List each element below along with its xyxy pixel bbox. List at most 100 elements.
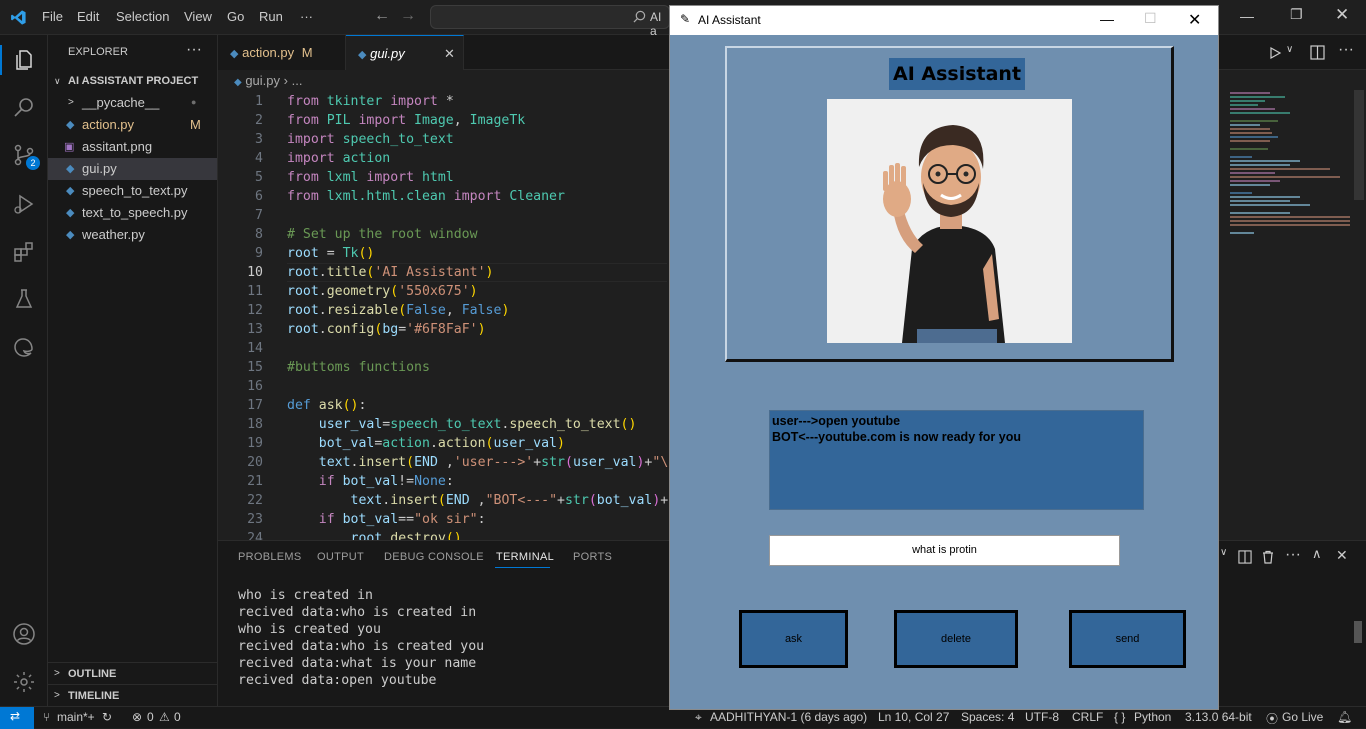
tab-terminal[interactable]: TERMINAL xyxy=(496,551,554,563)
error-count[interactable]: 0 xyxy=(147,710,154,724)
message-entry[interactable]: what is protin xyxy=(769,535,1120,566)
code-token: user_val xyxy=(318,417,383,432)
explorer-more-icon[interactable]: ··· xyxy=(186,41,202,59)
testing-flask-icon[interactable] xyxy=(12,287,36,311)
encoding[interactable]: UTF-8 xyxy=(1025,710,1059,724)
tk-title-bar: ✎ AI Assistant — ☐ ✕ xyxy=(670,6,1218,35)
remote-button[interactable]: ⇄ xyxy=(0,707,34,729)
code-token: ( xyxy=(390,284,399,299)
split-editor-icon[interactable] xyxy=(1310,45,1325,60)
chevron-down-icon[interactable]: ∨ xyxy=(1220,547,1227,558)
project-folder[interactable]: ∨ AI ASSISTANT PROJECT xyxy=(48,70,217,92)
ask-button[interactable]: ask xyxy=(739,610,848,668)
tab-debug-console[interactable]: DEBUG CONSOLE xyxy=(384,551,484,563)
panel-more-icon[interactable]: ··· xyxy=(1285,546,1301,564)
close-panel-icon[interactable]: ✕ xyxy=(1336,547,1348,564)
outline-section[interactable]: > OUTLINE xyxy=(48,662,217,684)
line-number: 21 xyxy=(247,474,263,489)
timeline-section[interactable]: > TIMELINE xyxy=(48,684,217,706)
line-number: 19 xyxy=(247,436,263,451)
minimap[interactable] xyxy=(1230,90,1354,300)
line-number: 7 xyxy=(255,208,263,223)
code-token: def xyxy=(287,398,319,413)
nav-forward-icon[interactable]: → xyxy=(400,7,416,25)
maximize-icon[interactable]: ☐ xyxy=(1144,10,1157,27)
tab-output[interactable]: OUTPUT xyxy=(317,551,364,563)
run-debug-icon[interactable] xyxy=(12,192,36,216)
cursor-position[interactable]: Ln 10, Col 27 xyxy=(878,710,949,724)
tree-item-assitant-png[interactable]: ▣ assitant.png xyxy=(48,136,217,158)
send-button[interactable]: send xyxy=(1069,610,1186,668)
tree-item-speech-to-text-py[interactable]: ◆ speech_to_text.py xyxy=(48,180,217,202)
feather-icon: ✎ xyxy=(680,12,691,26)
line-number: 1 xyxy=(255,94,263,109)
settings-gear-icon[interactable] xyxy=(12,670,36,694)
menu-go[interactable]: Go xyxy=(227,9,244,24)
command-center-search[interactable]: AI a xyxy=(430,5,670,38)
code-token: ( xyxy=(398,303,407,318)
restore-icon[interactable]: ❐ xyxy=(1290,6,1303,23)
terminal-scrollbar[interactable] xyxy=(1354,621,1362,643)
python-interpreter[interactable]: 3.13.0 64-bit xyxy=(1185,710,1252,724)
language-mode[interactable]: Python xyxy=(1134,710,1171,724)
close-icon[interactable]: ✕ xyxy=(1335,5,1349,25)
tree-item-gui-py[interactable]: ◆ gui.py xyxy=(48,158,217,180)
image-file-icon: ▣ xyxy=(64,141,75,153)
menu-file[interactable]: File xyxy=(42,9,63,24)
menu-view[interactable]: View xyxy=(184,9,212,24)
app-heading: AI Assistant xyxy=(889,58,1026,90)
tree-item-action-py[interactable]: ◆ action.py M xyxy=(48,114,217,136)
search-view-icon[interactable] xyxy=(12,95,36,119)
tab-action-py[interactable]: ◆ action.py M xyxy=(218,35,346,70)
warning-count[interactable]: 0 xyxy=(174,710,181,724)
close-icon[interactable]: ✕ xyxy=(1188,10,1201,30)
line-ending[interactable]: CRLF xyxy=(1072,710,1103,724)
close-tab-icon[interactable]: ✕ xyxy=(444,36,455,71)
breadcrumb-file[interactable]: gui.py xyxy=(245,73,280,88)
run-file-icon[interactable] xyxy=(1268,46,1282,60)
tab-gui-py[interactable]: ◆ gui.py ✕ xyxy=(346,35,464,70)
trash-icon[interactable] xyxy=(1261,550,1275,564)
extensions-icon[interactable] xyxy=(12,240,36,264)
indentation[interactable]: Spaces: 4 xyxy=(961,710,1014,724)
account-icon[interactable] xyxy=(12,622,36,646)
last-commit[interactable]: AADHITHYAN-1 (6 days ago) xyxy=(710,710,867,724)
maximize-panel-icon[interactable]: ∧ xyxy=(1312,546,1322,562)
breadcrumb-symbol[interactable]: ... xyxy=(292,73,303,88)
minimize-icon[interactable]: — xyxy=(1240,8,1254,24)
chat-textarea[interactable]: user--->open youtube BOT<---youtube.com … xyxy=(769,410,1144,510)
commit-icon: ⌖ xyxy=(695,710,702,724)
split-terminal-icon[interactable] xyxy=(1238,550,1252,564)
editor-more-icon[interactable]: ··· xyxy=(1338,41,1354,59)
code-token: = xyxy=(326,246,343,261)
tree-item-pycache[interactable]: > __pycache__ ● xyxy=(48,92,217,114)
explorer-icon[interactable] xyxy=(12,48,36,72)
menu-edit[interactable]: Edit xyxy=(77,9,99,24)
nav-back-icon[interactable]: ← xyxy=(374,7,390,25)
minimize-icon[interactable]: — xyxy=(1100,11,1114,27)
go-live-button[interactable]: Go Live xyxy=(1282,710,1323,724)
branch-name[interactable]: main*+ xyxy=(57,710,95,724)
code-token: () xyxy=(358,246,375,261)
edge-browser-icon[interactable] xyxy=(12,335,36,359)
delete-button[interactable]: delete xyxy=(894,610,1018,668)
tree-item-weather-py[interactable]: ◆ weather.py xyxy=(48,224,217,246)
menu-selection[interactable]: Selection xyxy=(116,9,169,24)
menu-more[interactable]: ··· xyxy=(300,9,313,24)
tree-item-text-to-speech-py[interactable]: ◆ text_to_speech.py xyxy=(48,202,217,224)
assistant-avatar-image xyxy=(827,99,1072,343)
chevron-down-icon: ∨ xyxy=(54,76,61,86)
code-token: : xyxy=(445,474,454,489)
sync-icon[interactable]: ↻ xyxy=(102,710,112,724)
terminal-line: recived data:what is your name xyxy=(238,656,477,671)
tab-problems[interactable]: PROBLEMS xyxy=(238,551,302,563)
tab-ports[interactable]: PORTS xyxy=(573,551,612,563)
editor-scrollbar[interactable] xyxy=(1354,90,1364,200)
menu-run[interactable]: Run xyxy=(259,9,283,24)
code-text: user_val=speech_to_text.speech_to_text() xyxy=(287,415,637,434)
chevron-right-icon: > xyxy=(68,97,74,108)
line-number: 4 xyxy=(255,151,263,166)
chevron-down-icon[interactable]: ∨ xyxy=(1286,44,1293,55)
code-token: ( xyxy=(406,455,415,470)
bell-icon[interactable]: 🔔︎ xyxy=(1337,710,1352,724)
